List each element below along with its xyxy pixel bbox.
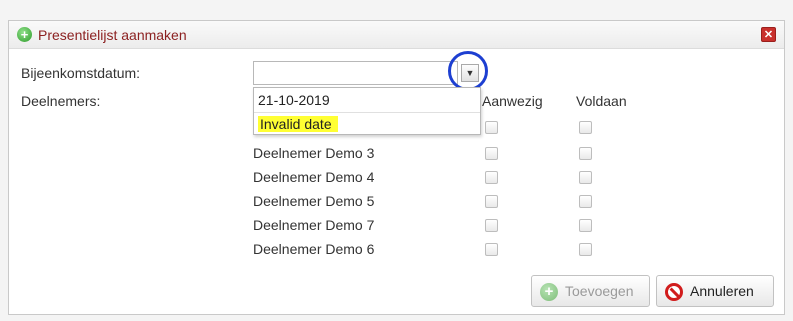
close-icon[interactable]: ✕ <box>761 27 776 42</box>
present-checkbox[interactable] <box>485 147 498 160</box>
plus-circle-icon: + <box>540 283 558 301</box>
pass-checkbox[interactable] <box>579 219 592 232</box>
date-dropdown-list: 21-10-2019 Invalid date <box>253 87 481 135</box>
pass-checkbox[interactable] <box>579 243 592 256</box>
participant-name: Deelnemer Demo 7 <box>253 217 375 233</box>
cancel-button[interactable]: Annuleren <box>656 275 774 307</box>
participant-name: Deelnemer Demo 4 <box>253 169 375 185</box>
screenshot-stage: + Presentielijst aanmaken ✕ Bijeenkomstd… <box>0 0 793 321</box>
pass-checkbox[interactable] <box>579 121 592 134</box>
dialog-title: Presentielijst aanmaken <box>38 27 187 43</box>
column-header-present: Aanwezig <box>482 93 543 109</box>
cancel-button-label: Annuleren <box>690 283 754 299</box>
plus-circle-icon: + <box>17 27 32 42</box>
pass-checkbox[interactable] <box>579 171 592 184</box>
pass-checkbox[interactable] <box>579 147 592 160</box>
date-option-label: 21-10-2019 <box>258 92 330 108</box>
pass-checkbox[interactable] <box>579 195 592 208</box>
dialog-titlebar: + Presentielijst aanmaken ✕ <box>9 21 784 49</box>
participant-name: Deelnemer Demo 3 <box>253 145 375 161</box>
create-attendance-dialog: + Presentielijst aanmaken ✕ Bijeenkomstd… <box>8 20 785 315</box>
present-checkbox[interactable] <box>485 243 498 256</box>
chevron-down-icon[interactable]: ▼ <box>461 64 479 82</box>
present-checkbox[interactable] <box>485 219 498 232</box>
date-label: Bijeenkomstdatum: <box>21 65 141 81</box>
date-option[interactable]: 21-10-2019 <box>254 89 480 111</box>
column-header-pass: Voldaan <box>576 93 627 109</box>
present-checkbox[interactable] <box>485 171 498 184</box>
participant-name: Deelnemer Demo 6 <box>253 241 375 257</box>
add-button[interactable]: + Toevoegen <box>531 275 650 307</box>
present-checkbox[interactable] <box>485 195 498 208</box>
date-input[interactable] <box>253 61 458 85</box>
date-option-label: Invalid date <box>258 116 338 132</box>
participant-name: Deelnemer Demo 5 <box>253 193 375 209</box>
date-option-invalid[interactable]: Invalid date <box>254 112 480 134</box>
participants-label: Deelnemers: <box>21 93 101 109</box>
ban-icon <box>665 283 683 301</box>
present-checkbox[interactable] <box>485 121 498 134</box>
add-button-label: Toevoegen <box>565 283 634 299</box>
